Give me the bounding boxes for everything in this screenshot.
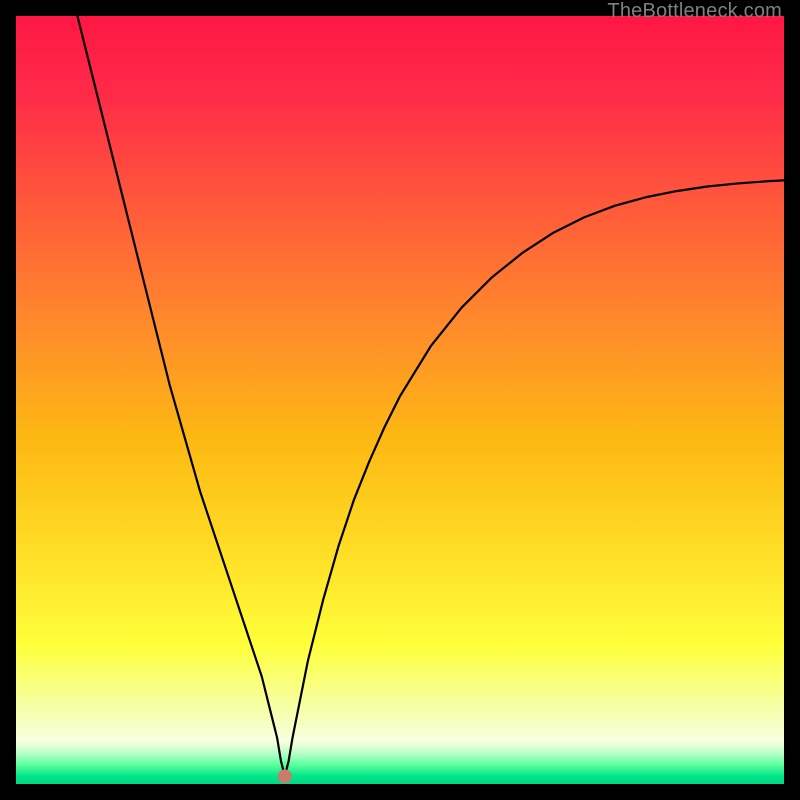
chart-svg xyxy=(16,16,784,784)
gradient-background xyxy=(16,16,784,784)
minimum-marker xyxy=(278,769,292,783)
chart-frame xyxy=(16,16,784,784)
watermark-text: TheBottleneck.com xyxy=(607,0,782,23)
